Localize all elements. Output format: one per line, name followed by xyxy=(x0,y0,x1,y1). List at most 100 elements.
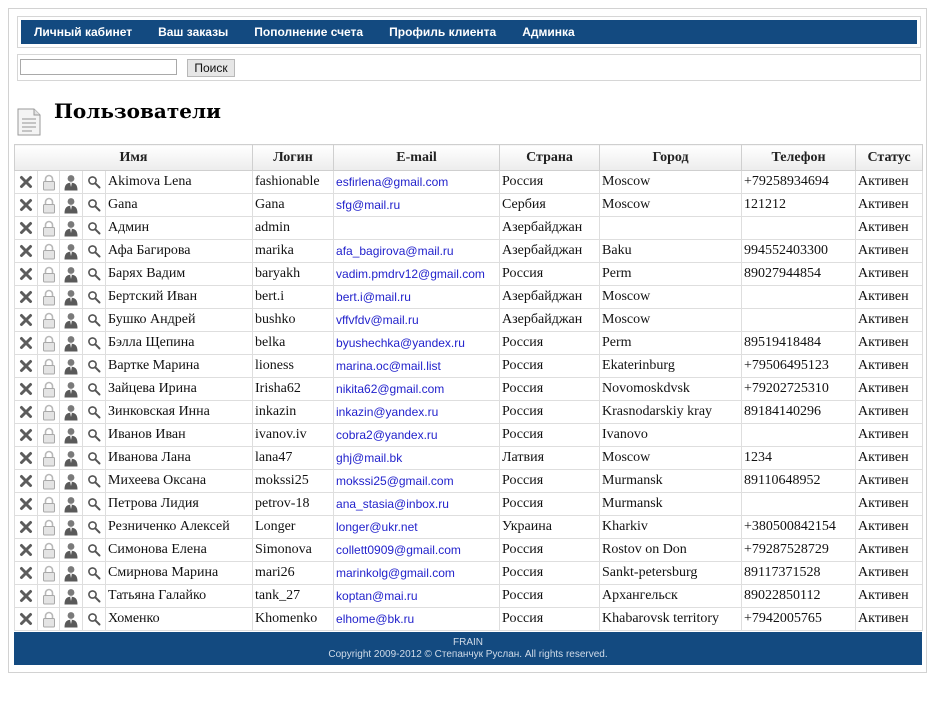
delete-icon[interactable] xyxy=(14,561,38,585)
email-link[interactable]: nikita62@gmail.com xyxy=(336,382,444,396)
lock-icon[interactable] xyxy=(37,469,60,493)
lock-icon[interactable] xyxy=(37,170,60,194)
delete-icon[interactable] xyxy=(14,423,38,447)
user-icon[interactable] xyxy=(59,584,83,608)
user-icon[interactable] xyxy=(59,492,83,516)
search-input[interactable] xyxy=(20,59,177,75)
email-link[interactable]: longer@ukr.net xyxy=(336,520,418,534)
email-link[interactable]: afa_bagirova@mail.ru xyxy=(336,244,454,258)
lock-icon[interactable] xyxy=(37,446,60,470)
search-button[interactable]: Поиск xyxy=(187,59,235,77)
nav-item-top-up[interactable]: Пополнение счета xyxy=(254,25,363,39)
email-link[interactable]: koptan@mai.ru xyxy=(336,589,418,603)
delete-icon[interactable] xyxy=(14,607,38,631)
lock-icon[interactable] xyxy=(37,239,60,263)
search-icon[interactable] xyxy=(82,561,106,585)
user-icon[interactable] xyxy=(59,354,83,378)
nav-item-orders[interactable]: Ваш заказы xyxy=(158,25,228,39)
delete-icon[interactable] xyxy=(14,308,38,332)
email-link[interactable]: vffvfdv@mail.ru xyxy=(336,313,419,327)
lock-icon[interactable] xyxy=(37,216,60,240)
email-link[interactable]: esfirlena@gmail.com xyxy=(336,175,448,189)
lock-icon[interactable] xyxy=(37,607,60,631)
lock-icon[interactable] xyxy=(37,308,60,332)
email-link[interactable]: bert.i@mail.ru xyxy=(336,290,411,304)
email-link[interactable]: ghj@mail.bk xyxy=(336,451,402,465)
email-link[interactable]: marinkolg@gmail.com xyxy=(336,566,455,580)
lock-icon[interactable] xyxy=(37,354,60,378)
lock-icon[interactable] xyxy=(37,285,60,309)
column-header-status[interactable]: Статус xyxy=(855,144,924,171)
user-icon[interactable] xyxy=(59,285,83,309)
email-link[interactable]: byushechka@yandex.ru xyxy=(336,336,465,350)
user-icon[interactable] xyxy=(59,331,83,355)
lock-icon[interactable] xyxy=(37,262,60,286)
delete-icon[interactable] xyxy=(14,538,38,562)
user-icon[interactable] xyxy=(59,239,83,263)
user-icon[interactable] xyxy=(59,170,83,194)
user-icon[interactable] xyxy=(59,446,83,470)
delete-icon[interactable] xyxy=(14,584,38,608)
lock-icon[interactable] xyxy=(37,584,60,608)
delete-icon[interactable] xyxy=(14,216,38,240)
user-icon[interactable] xyxy=(59,607,83,631)
search-icon[interactable] xyxy=(82,331,106,355)
nav-item-client-profile[interactable]: Профиль клиента xyxy=(389,25,496,39)
lock-icon[interactable] xyxy=(37,193,60,217)
lock-icon[interactable] xyxy=(37,331,60,355)
search-icon[interactable] xyxy=(82,354,106,378)
email-link[interactable]: inkazin@yandex.ru xyxy=(336,405,438,419)
delete-icon[interactable] xyxy=(14,170,38,194)
email-link[interactable]: mokssi25@gmail.com xyxy=(336,474,454,488)
email-link[interactable]: sfg@mail.ru xyxy=(336,198,400,212)
column-header-city[interactable]: Город xyxy=(599,144,743,171)
lock-icon[interactable] xyxy=(37,492,60,516)
column-header-login[interactable]: Логин xyxy=(252,144,335,171)
delete-icon[interactable] xyxy=(14,262,38,286)
lock-icon[interactable] xyxy=(37,515,60,539)
search-icon[interactable] xyxy=(82,515,106,539)
search-icon[interactable] xyxy=(82,216,106,240)
search-icon[interactable] xyxy=(82,170,106,194)
delete-icon[interactable] xyxy=(14,400,38,424)
column-header-email[interactable]: E-mail xyxy=(333,144,501,171)
search-icon[interactable] xyxy=(82,423,106,447)
email-link[interactable]: collett0909@gmail.com xyxy=(336,543,461,557)
search-icon[interactable] xyxy=(82,193,106,217)
search-icon[interactable] xyxy=(82,584,106,608)
delete-icon[interactable] xyxy=(14,469,38,493)
delete-icon[interactable] xyxy=(14,193,38,217)
lock-icon[interactable] xyxy=(37,538,60,562)
delete-icon[interactable] xyxy=(14,377,38,401)
column-header-country[interactable]: Страна xyxy=(499,144,601,171)
delete-icon[interactable] xyxy=(14,515,38,539)
user-icon[interactable] xyxy=(59,469,83,493)
lock-icon[interactable] xyxy=(37,423,60,447)
user-icon[interactable] xyxy=(59,262,83,286)
search-icon[interactable] xyxy=(82,538,106,562)
column-header-name[interactable]: Имя xyxy=(13,144,254,171)
search-icon[interactable] xyxy=(82,492,106,516)
search-icon[interactable] xyxy=(82,446,106,470)
email-link[interactable]: cobra2@yandex.ru xyxy=(336,428,438,442)
user-icon[interactable] xyxy=(59,538,83,562)
email-link[interactable]: elhome@bk.ru xyxy=(336,612,414,626)
delete-icon[interactable] xyxy=(14,446,38,470)
user-icon[interactable] xyxy=(59,561,83,585)
search-icon[interactable] xyxy=(82,285,106,309)
nav-item-admin[interactable]: Админка xyxy=(522,25,574,39)
user-icon[interactable] xyxy=(59,400,83,424)
user-icon[interactable] xyxy=(59,377,83,401)
delete-icon[interactable] xyxy=(14,239,38,263)
search-icon[interactable] xyxy=(82,469,106,493)
delete-icon[interactable] xyxy=(14,285,38,309)
email-link[interactable]: marina.oc@mail.list xyxy=(336,359,441,373)
user-icon[interactable] xyxy=(59,216,83,240)
column-header-phone[interactable]: Телефон xyxy=(741,144,857,171)
search-icon[interactable] xyxy=(82,607,106,631)
search-icon[interactable] xyxy=(82,262,106,286)
nav-item-personal-cabinet[interactable]: Личный кабинет xyxy=(34,25,132,39)
user-icon[interactable] xyxy=(59,193,83,217)
search-icon[interactable] xyxy=(82,308,106,332)
email-link[interactable]: vadim.pmdrv12@gmail.com xyxy=(336,267,485,281)
